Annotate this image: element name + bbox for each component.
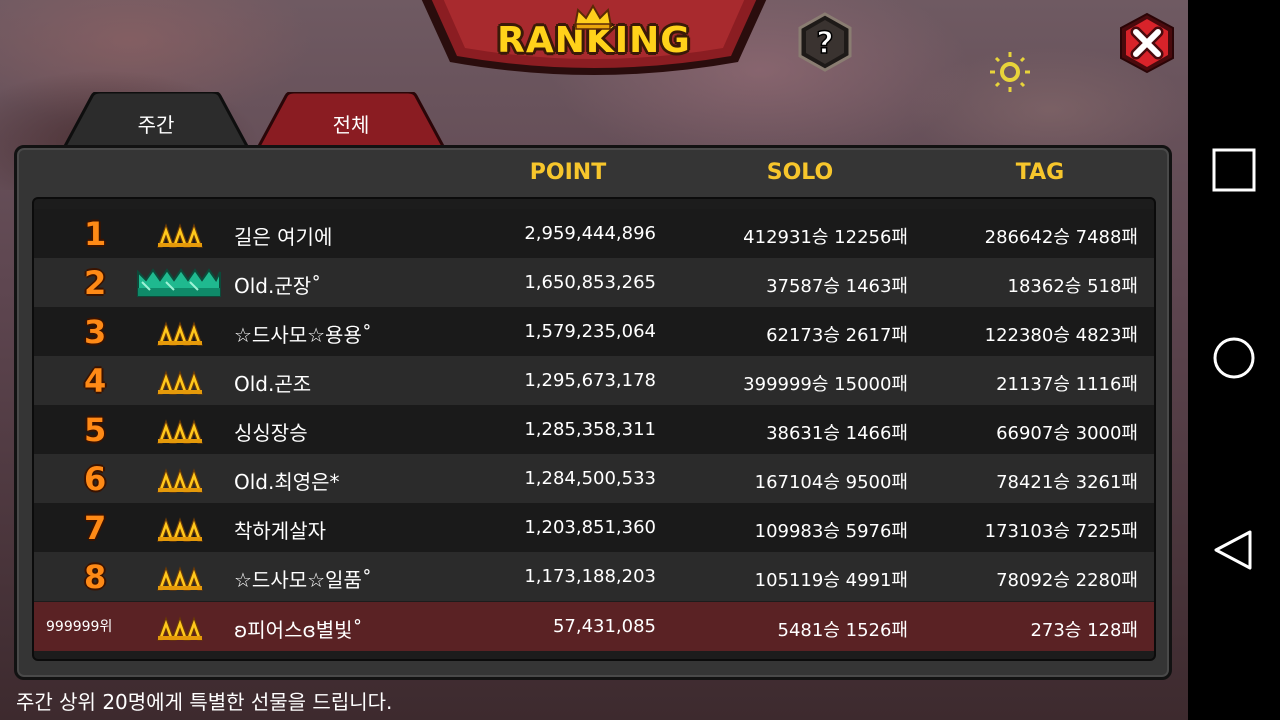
triple-chevron-gold-icon (157, 322, 203, 346)
home-button[interactable] (1188, 312, 1280, 404)
tag-record: 21137승 1116패 (996, 374, 1138, 395)
tab-all[interactable]: 전체 (256, 92, 446, 150)
player-name: Old.최영은* (234, 470, 340, 494)
solo-record: 109983승 5976패 (754, 521, 908, 542)
close-button[interactable] (1116, 12, 1178, 74)
solo-record: 399999승 15000패 (743, 374, 908, 395)
ranking-row[interactable]: 8 ☆드사모☆일품˚ 1,173,188,203 105119승 4991패 7… (34, 552, 1154, 601)
point-value: 1,284,500,533 (524, 468, 656, 489)
triple-chevron-gold-icon (157, 224, 203, 248)
tag-record: 78092승 2280패 (996, 570, 1138, 591)
rank-number: 8 (84, 558, 107, 596)
tag-record: 78421승 3261패 (996, 472, 1138, 493)
column-header-solo: SOLO (766, 160, 834, 185)
rank-number: 6 (84, 460, 107, 498)
triple-chevron-gold-icon (157, 469, 203, 493)
solo-record: 105119승 4991패 (754, 570, 908, 591)
triple-chevron-gold-icon (157, 617, 203, 641)
help-button[interactable]: ? (796, 12, 854, 72)
triple-chevron-gold-icon (157, 567, 203, 591)
tab-weekly[interactable]: 주간 (62, 92, 250, 150)
ranking-row[interactable]: 3 ☆드사모☆용용˚ 1,579,235,064 62173승 2617패 12… (34, 307, 1154, 356)
recents-square-icon (1212, 148, 1256, 192)
tab-all-label: 전체 (332, 113, 370, 137)
tag-record: 18362승 518패 (1007, 276, 1138, 297)
triple-chevron-gold-icon (157, 371, 203, 395)
close-x-icon (1130, 26, 1164, 60)
tag-record: 173103승 7225패 (984, 521, 1138, 542)
recents-button[interactable] (1188, 124, 1280, 216)
sun-icon[interactable] (988, 50, 1032, 94)
android-nav-bar (1188, 0, 1280, 720)
point-value: 1,295,673,178 (524, 370, 656, 391)
ranking-row[interactable]: 7 착하게살자 1,203,851,360 109983승 5976패 1731… (34, 503, 1154, 552)
ranking-row[interactable]: 6 Old.최영은* 1,284,500,533 167104승 9500패 7… (34, 454, 1154, 503)
player-name: 길은 여기에 (234, 225, 333, 249)
rank-number: 7 (84, 509, 107, 547)
player-name: ☆드사모☆용용˚ (234, 323, 372, 347)
tag-record: 66907승 3000패 (996, 423, 1138, 444)
ranking-row[interactable]: 1 길은 여기에 2,959,444,896 412931승 12256패 28… (34, 209, 1154, 258)
game-screen: RANKING ? 주간 전체 POINT SOLO TAG 1 길은 여기에 … (0, 0, 1188, 720)
my-rank: 999999위 (46, 619, 113, 635)
player-name: ☆드사모☆일품˚ (234, 568, 372, 592)
back-button[interactable] (1188, 504, 1280, 596)
ranking-row[interactable]: 4 Old.곤조 1,295,673,178 399999승 15000패 21… (34, 356, 1154, 405)
solo-record: 167104승 9500패 (754, 472, 908, 493)
point-value: 1,579,235,064 (524, 321, 656, 342)
home-circle-icon (1213, 337, 1255, 379)
my-point-value: 57,431,085 (552, 616, 656, 637)
ranking-table: 1 길은 여기에 2,959,444,896 412931승 12256패 28… (32, 197, 1156, 661)
player-name: 착하게살자 (234, 519, 326, 543)
help-icon: ? (816, 26, 833, 61)
column-header-point: POINT (529, 160, 607, 185)
triple-chevron-gold-icon (157, 518, 203, 542)
rank-number: 3 (84, 313, 107, 351)
rank-number: 1 (84, 215, 107, 253)
my-player-name: ʚ피어스ɞ별빛˚ (234, 618, 363, 642)
point-value: 2,959,444,896 (524, 223, 656, 244)
rank-number: 5 (84, 411, 107, 449)
back-triangle-icon (1214, 530, 1252, 570)
my-ranking-row[interactable]: 999999위 ʚ피어스ɞ별빛˚ 57,431,085 5481승 1526패 … (34, 602, 1154, 651)
point-value: 1,285,358,311 (524, 419, 656, 440)
solo-record: 62173승 2617패 (766, 325, 908, 346)
column-header-tag: TAG (1015, 160, 1065, 185)
solo-record: 38631승 1466패 (766, 423, 908, 444)
player-name: 싱싱장승 (234, 421, 308, 445)
point-value: 1,203,851,360 (524, 517, 656, 538)
triple-chevron-gold-icon (157, 420, 203, 444)
player-name: Old.군장˚ (234, 274, 322, 298)
footer-notice: 주간 상위 20명에게 특별한 선물을 드립니다. (16, 690, 393, 714)
my-solo-record: 5481승 1526패 (777, 620, 908, 641)
crown-icon (573, 4, 613, 30)
point-value: 1,650,853,265 (524, 272, 656, 293)
my-tag-record: 273승 128패 (1030, 620, 1138, 641)
tab-weekly-label: 주간 (137, 113, 175, 137)
solo-record: 412931승 12256패 (743, 227, 908, 248)
crown-emerald-icon (137, 268, 221, 297)
tag-record: 286642승 7488패 (984, 227, 1138, 248)
solo-record: 37587승 1463패 (766, 276, 908, 297)
point-value: 1,173,188,203 (524, 566, 656, 587)
ranking-row[interactable]: 2 Old.군장˚ 1,650,853,265 37587승 1463패 183… (34, 258, 1154, 307)
ranking-row[interactable]: 5 싱싱장승 1,285,358,311 38631승 1466패 66907승… (34, 405, 1154, 454)
tag-record: 122380승 4823패 (984, 325, 1138, 346)
player-name: Old.곤조 (234, 372, 312, 396)
rank-number: 4 (84, 362, 107, 400)
